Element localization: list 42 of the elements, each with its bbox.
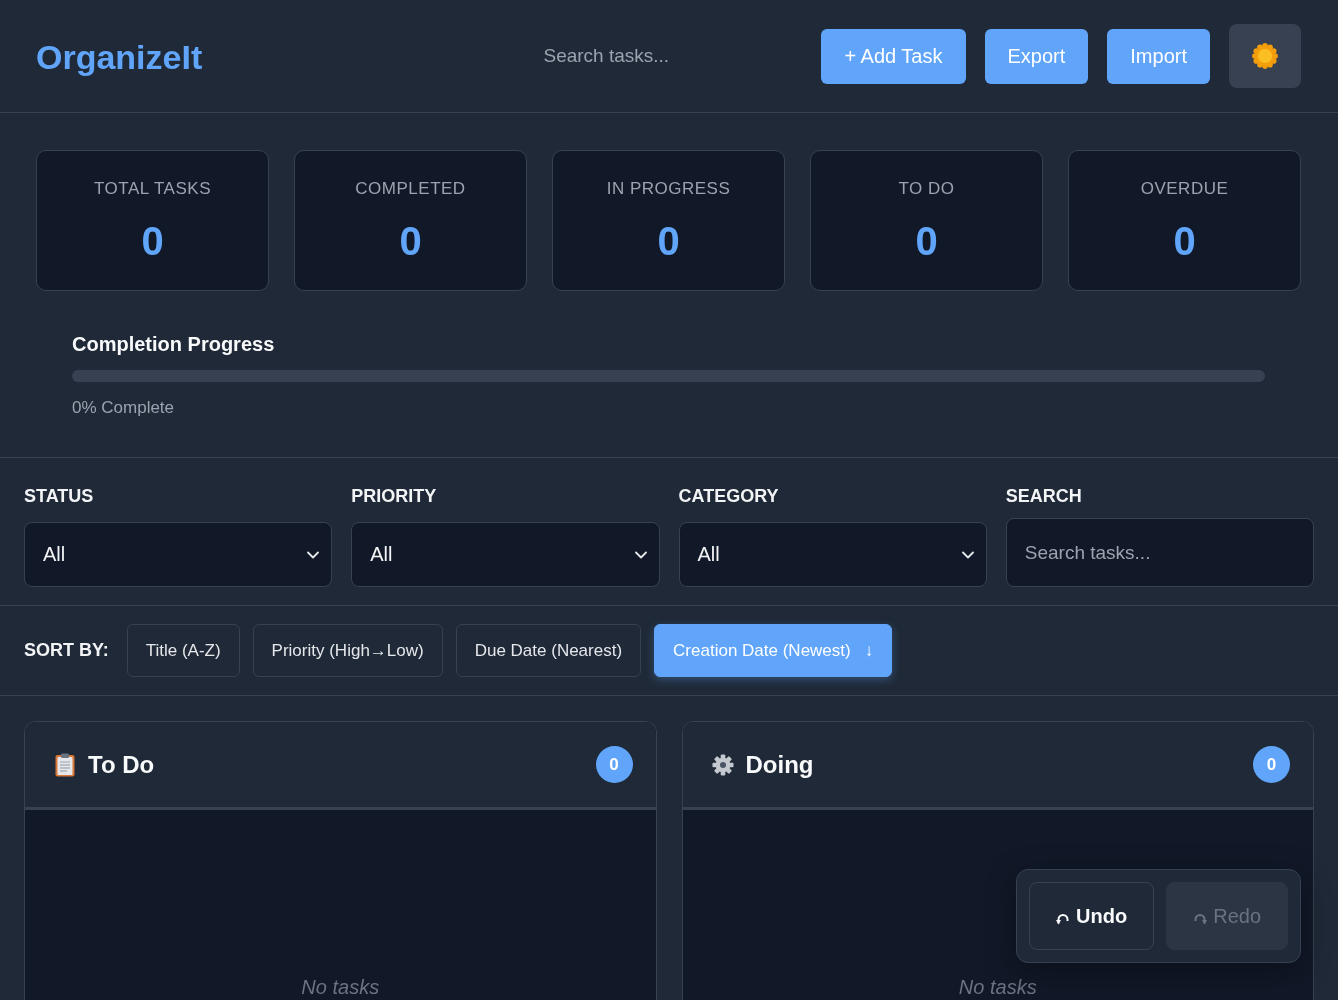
count-badge: 0: [595, 746, 633, 783]
sun-icon: [1252, 43, 1278, 69]
column-title: Doing: [745, 750, 814, 779]
sort-button[interactable]: Title (A-Z): [126, 624, 240, 677]
progress-title: Completion Progress: [72, 332, 276, 356]
stat-value: 0: [1173, 218, 1196, 265]
filter-label: STATUS: [24, 485, 95, 507]
filter-label: CATEGORY: [678, 485, 780, 507]
empty-message: No tasks: [958, 975, 1037, 999]
chevron-down-icon: [961, 550, 974, 559]
filter-label: SEARCH: [1005, 485, 1083, 507]
clipboard-icon: [54, 752, 76, 777]
stat-value: 0: [399, 218, 422, 265]
count-badge: 0: [1253, 746, 1290, 783]
filter-select[interactable]: All: [351, 522, 660, 587]
app-logo: OrganizeIt: [36, 37, 203, 77]
history-button[interactable]: Undo: [1029, 882, 1155, 950]
search-field[interactable]: Search tasks...: [529, 34, 802, 78]
chevron-down-icon: [634, 550, 647, 559]
progress-caption: 0% Complete: [72, 397, 176, 419]
gear-icon: [711, 752, 734, 777]
stat-value: 0: [915, 218, 938, 265]
theme-toggle-button[interactable]: [1229, 24, 1301, 88]
search-field[interactable]: Search tasks...: [1005, 518, 1314, 587]
sort-button[interactable]: Due Date (Nearest): [455, 624, 642, 677]
stat-label: OVERDUE: [1140, 179, 1229, 199]
stat-label: TO DO: [898, 179, 955, 199]
filter-label: PRIORITY: [351, 485, 438, 507]
stat-label: IN PROGRESS: [606, 179, 731, 199]
redo-icon: [1193, 913, 1208, 925]
sort-label: SORT BY:: [24, 640, 109, 661]
filter-select[interactable]: All: [678, 522, 987, 587]
stat-value: 0: [657, 218, 680, 265]
undo-icon: [1056, 913, 1071, 925]
sort-button[interactable]: Priority (High→Low): [252, 624, 443, 677]
filter-select[interactable]: All: [24, 522, 333, 587]
stat-label: COMPLETED: [355, 179, 466, 199]
chevron-down-icon: [307, 550, 320, 559]
stat-value: 0: [141, 218, 164, 265]
stat-label: TOTAL TASKS: [94, 179, 211, 199]
column-title: To Do: [88, 750, 155, 779]
empty-message: No tasks: [301, 975, 380, 999]
